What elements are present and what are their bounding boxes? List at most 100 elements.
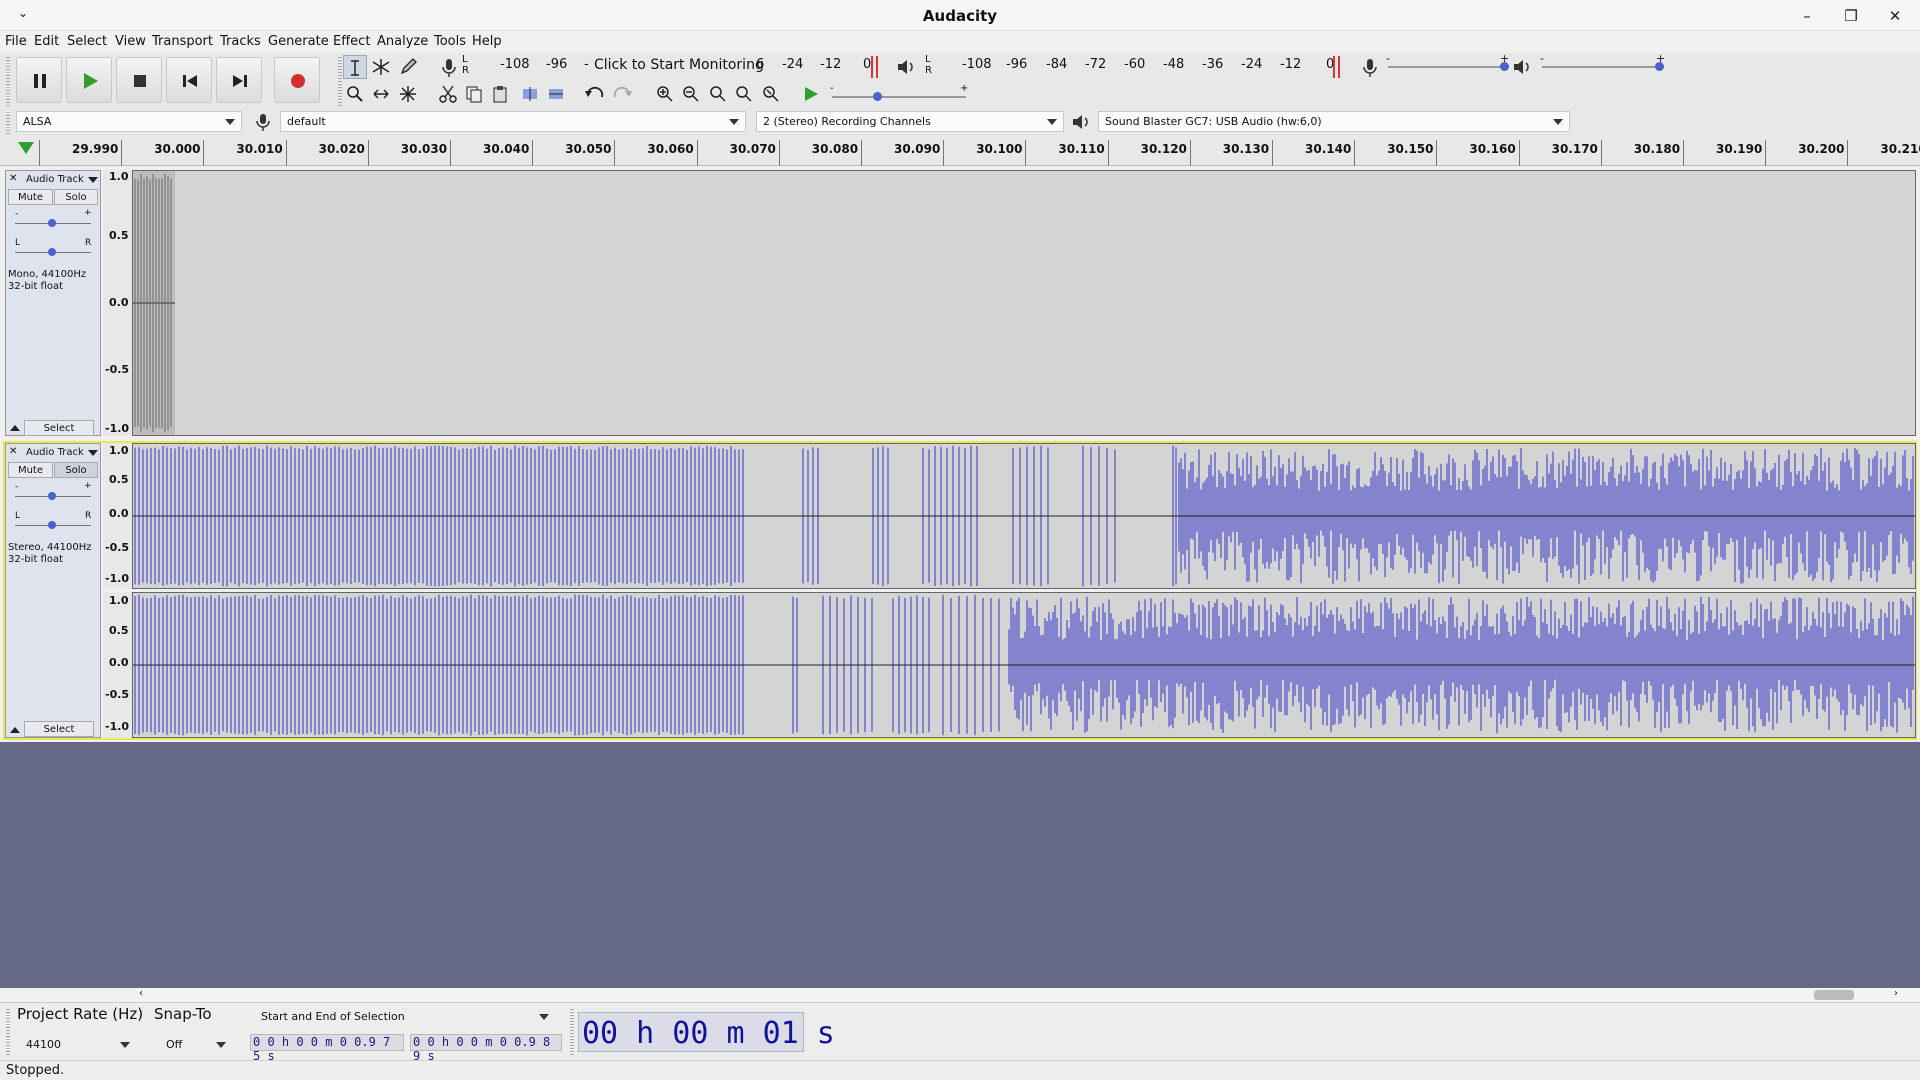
horizontal-scrollbar[interactable]: ‹ › [137, 988, 1920, 1002]
menu-tracks[interactable]: Tracks [220, 34, 261, 49]
solo-button[interactable]: Solo [54, 462, 98, 478]
zoom-in-button[interactable] [653, 82, 677, 106]
maximize-button[interactable]: ❐ [1838, 5, 1864, 27]
multi-tool[interactable] [396, 82, 420, 106]
scrollbar-thumb[interactable] [1814, 990, 1854, 1000]
menu-analyze[interactable]: Analyze [377, 34, 428, 49]
play-button[interactable] [66, 57, 112, 103]
menu-select[interactable]: Select [67, 34, 107, 49]
zoom-tool[interactable] [343, 82, 367, 106]
play-head-icon[interactable] [18, 142, 34, 154]
cut-button[interactable] [436, 82, 460, 106]
skip-to-end-button[interactable] [216, 57, 262, 103]
zoom-toggle-button[interactable] [759, 82, 783, 106]
draw-tool[interactable] [396, 55, 420, 79]
playback-device-select[interactable]: Sound Blaster GC7: USB Audio (hw:6,0) [1098, 111, 1570, 132]
play-speed-thumb[interactable] [873, 92, 882, 101]
empty-track-area[interactable] [0, 742, 1920, 988]
collapse-track-icon[interactable] [10, 727, 20, 733]
timeshift-tool[interactable] [369, 82, 393, 106]
transport-grip[interactable] [6, 57, 10, 107]
menu-view[interactable]: View [115, 34, 146, 49]
track-name-menu[interactable]: Audio Track [26, 447, 84, 458]
solo-button[interactable]: Solo [54, 189, 98, 205]
track-menu-chevron-icon[interactable] [88, 177, 98, 183]
selection-end-field[interactable]: 0 0 h 0 0 m 0 0.9 8 9 s [410, 1034, 562, 1063]
playback-meter-tick: -60 [1124, 57, 1146, 72]
gain-thumb[interactable] [48, 492, 56, 500]
redo-button[interactable] [610, 82, 634, 106]
silence-icon [549, 89, 563, 99]
device-grip[interactable] [6, 112, 10, 134]
playback-volume-thumb[interactable] [1655, 62, 1664, 71]
record-meter-tick: 6 [756, 57, 765, 72]
waveform-right-svg [133, 594, 1915, 736]
silence-button[interactable] [544, 82, 568, 106]
selection-mode-select[interactable]: Start and End of Selection [255, 1007, 555, 1028]
undo-button[interactable] [583, 82, 607, 106]
collapse-track-icon[interactable] [10, 425, 20, 431]
menu-file[interactable]: File [5, 34, 27, 49]
mute-button[interactable]: Mute [8, 462, 53, 478]
skip-to-start-button[interactable] [166, 57, 212, 103]
tools-grip[interactable] [338, 57, 342, 107]
recording-device-select[interactable]: default [280, 111, 746, 132]
select-track-button[interactable]: Select [24, 420, 94, 436]
scroll-left-icon[interactable]: ‹ [139, 988, 143, 999]
pan-right-label: R [85, 511, 92, 521]
waveform-left-channel[interactable] [132, 443, 1916, 589]
trim-button[interactable] [518, 82, 542, 106]
audio-host-select[interactable]: ALSA [16, 111, 242, 132]
track-close-icon[interactable]: ✕ [9, 446, 17, 457]
record-meter-mic-icon[interactable] [437, 55, 461, 79]
play-speed-slider[interactable] [832, 96, 966, 98]
time-grip[interactable] [570, 1009, 574, 1055]
selection-tool[interactable] [343, 55, 367, 79]
copy-button[interactable] [462, 82, 486, 106]
ibeam-icon [351, 60, 359, 76]
pan-thumb[interactable] [48, 248, 56, 256]
selection-start-field[interactable]: 0 0 h 0 0 m 0 0.9 7 5 s [250, 1034, 404, 1063]
selection-grip[interactable] [6, 1009, 10, 1055]
snap-to-select[interactable]: Off [160, 1035, 232, 1056]
close-button[interactable]: ✕ [1882, 5, 1908, 27]
stop-button[interactable] [116, 57, 162, 103]
paste-button[interactable] [488, 82, 512, 106]
envelope-tool[interactable] [369, 55, 393, 79]
waveform-mono[interactable] [132, 170, 1916, 436]
click-to-start-monitoring[interactable]: Click to Start Monitoring [594, 57, 764, 73]
timeline-tick: 30.170 [1551, 142, 1598, 156]
menu-edit[interactable]: Edit [34, 34, 59, 49]
play-at-speed-button[interactable] [799, 82, 823, 106]
zoom-out-button[interactable] [679, 82, 703, 106]
fit-project-button[interactable] [732, 82, 756, 106]
playback-volume-slider[interactable] [1542, 66, 1662, 68]
track-close-icon[interactable]: ✕ [9, 173, 17, 184]
menu-generate[interactable]: Generate [268, 34, 329, 49]
fit-selection-button[interactable] [706, 82, 730, 106]
playback-meter-speaker-icon[interactable] [894, 55, 918, 79]
menu-transport[interactable]: Transport [152, 34, 213, 49]
waveform-right-channel[interactable] [132, 592, 1916, 738]
pause-button[interactable] [16, 57, 62, 103]
recording-volume-thumb[interactable] [1500, 62, 1509, 71]
select-track-button[interactable]: Select [24, 721, 94, 737]
record-button[interactable] [274, 57, 320, 103]
timeline-ruler[interactable] [0, 138, 1920, 166]
project-rate-select[interactable]: 44100 [20, 1035, 136, 1056]
audio-position-display[interactable]: 00 h 00 m 01 s [578, 1012, 835, 1052]
menu-help[interactable]: Help [472, 34, 502, 49]
recording-volume-slider[interactable] [1388, 66, 1506, 68]
pan-thumb[interactable] [48, 521, 56, 529]
recording-channels-select[interactable]: 2 (Stereo) Recording Channels [756, 111, 1064, 132]
gain-thumb[interactable] [48, 219, 56, 227]
timeline-tick-mark [39, 140, 40, 166]
menu-effect[interactable]: Effect [333, 34, 370, 49]
track-name-menu[interactable]: Audio Track [26, 174, 84, 185]
scroll-right-icon[interactable]: › [1894, 988, 1898, 999]
mute-button[interactable]: Mute [8, 189, 53, 205]
minimize-button[interactable]: – [1794, 5, 1820, 27]
menu-tools[interactable]: Tools [434, 34, 466, 49]
track-menu-chevron-icon[interactable] [88, 450, 98, 456]
timeline-tick-mark [1189, 140, 1191, 166]
